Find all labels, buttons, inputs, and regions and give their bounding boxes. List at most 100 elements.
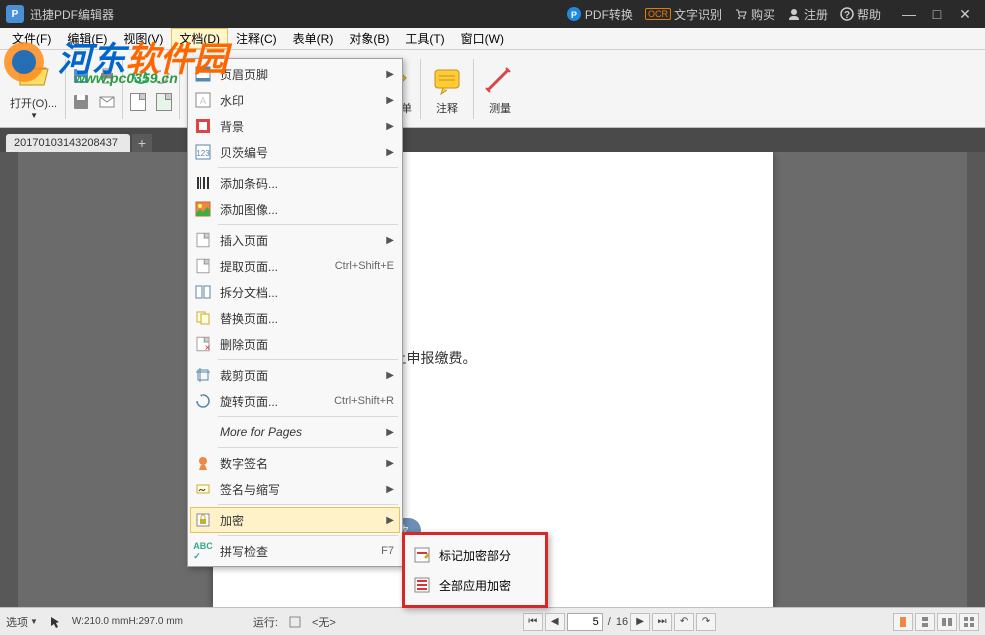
menu-object[interactable]: 对象(B) <box>341 28 397 49</box>
menu-comment[interactable]: 注释(C) <box>228 28 285 49</box>
menu-form[interactable]: 表单(R) <box>285 28 342 49</box>
menu-replace-page[interactable]: 替换页面... <box>190 305 400 331</box>
measure-icon <box>482 62 518 98</box>
user-icon <box>787 7 801 21</box>
run-label: 运行: <box>253 614 278 630</box>
pdf-convert-button[interactable]: P PDF转换 <box>566 6 633 23</box>
view-continuous-button[interactable] <box>915 613 935 631</box>
view-single-button[interactable] <box>893 613 913 631</box>
menu-background[interactable]: 背景▶ <box>190 113 400 139</box>
menu-file[interactable]: 文件(F) <box>4 28 59 49</box>
nav-fwd-button[interactable]: ↷ <box>696 613 716 631</box>
chevron-right-icon: ▶ <box>386 458 394 469</box>
view-facing-cont-button[interactable] <box>959 613 979 631</box>
menu-delete-page[interactable]: ✕删除页面 <box>190 331 400 357</box>
cart-icon <box>734 7 748 21</box>
left-ruler <box>0 152 18 607</box>
menu-sign-initial[interactable]: 签名与缩写▶ <box>190 476 400 502</box>
chevron-right-icon: ▶ <box>386 69 394 80</box>
save-as-button[interactable] <box>68 90 94 114</box>
help-button[interactable]: ? 帮助 <box>840 6 881 23</box>
pdf-icon: P <box>566 6 582 22</box>
last-page-button[interactable]: ⏭ <box>652 613 672 631</box>
document-tab[interactable]: 20170103143208437 <box>6 134 130 152</box>
sign-initial-icon <box>192 479 214 499</box>
menu-rotate-page[interactable]: 旋转页面...Ctrl+Shift+R <box>190 388 400 414</box>
menu-bates[interactable]: 123贝茨编号▶ <box>190 139 400 165</box>
split-icon <box>192 282 214 302</box>
open-button[interactable]: 打开(O)...▼ <box>4 55 63 122</box>
page-alt-button[interactable] <box>151 90 177 114</box>
menu-mark-encrypt[interactable]: 标记加密部分 <box>409 541 541 569</box>
document-menu-dropdown: 页眉页脚▶ A水印▶ 背景▶ 123贝茨编号▶ 添加条码... 添加图像... … <box>187 58 403 567</box>
next-page-button[interactable]: ▶ <box>630 613 650 631</box>
extract-page-icon <box>192 256 214 276</box>
run-icon-button[interactable] <box>288 615 302 629</box>
tabbar: 20170103143208437 + <box>0 128 985 152</box>
page-total: 16 <box>616 616 628 628</box>
view-facing-button[interactable] <box>937 613 957 631</box>
annotate-button[interactable]: 注释 <box>423 60 471 118</box>
rotate-icon <box>192 391 214 411</box>
floppy-alt-icon <box>72 93 90 111</box>
chevron-down-icon: ▼ <box>30 111 38 120</box>
chevron-right-icon: ▶ <box>386 121 394 132</box>
menu-view[interactable]: 视图(V) <box>115 28 171 49</box>
prev-page-button[interactable]: ◀ <box>545 613 565 631</box>
menu-insert-page[interactable]: 插入页面▶ <box>190 227 400 253</box>
header-footer-icon <box>192 64 214 84</box>
page-number-input[interactable] <box>567 613 603 631</box>
maximize-button[interactable]: □ <box>923 4 951 24</box>
register-button[interactable]: 注册 <box>787 6 828 23</box>
menu-more-pages[interactable]: More for Pages▶ <box>190 419 400 445</box>
menu-edit[interactable]: 编辑(E) <box>59 28 115 49</box>
menu-spellcheck[interactable]: ABC✓拼写检查F7 <box>190 538 400 564</box>
page-icon <box>130 93 146 111</box>
menu-extract-page[interactable]: 提取页面...Ctrl+Shift+E <box>190 253 400 279</box>
statusbar: 选项▼ W: 210.0 mm H: 297.0 mm 运行: <无> ⏮ ◀ … <box>0 607 985 635</box>
svg-text:?: ? <box>844 10 850 21</box>
menu-split[interactable]: 拆分文档... <box>190 279 400 305</box>
crop-icon <box>192 365 214 385</box>
new-page-button[interactable] <box>125 90 151 114</box>
annotate-icon <box>429 62 465 98</box>
measure-button[interactable]: 测量 <box>476 60 524 118</box>
first-page-button[interactable]: ⏮ <box>523 613 543 631</box>
encrypt-icon <box>192 510 214 530</box>
cursor-tool[interactable] <box>48 615 62 629</box>
menu-signature[interactable]: 数字签名▶ <box>190 450 400 476</box>
insert-page-icon <box>192 230 214 250</box>
menu-crop-page[interactable]: 裁剪页面▶ <box>190 362 400 388</box>
menu-watermark[interactable]: A水印▶ <box>190 87 400 113</box>
mark-encrypt-icon <box>411 545 433 565</box>
menu-tools[interactable]: 工具(T) <box>397 28 452 49</box>
chevron-right-icon: ▶ <box>386 484 394 495</box>
buy-button[interactable]: 购买 <box>734 6 775 23</box>
page-navigation: ⏮ ◀ /16 ▶ ⏭ ↶ ↷ <box>523 613 716 631</box>
menu-barcode[interactable]: 添加条码... <box>190 170 400 196</box>
add-tab-button[interactable]: + <box>132 134 152 152</box>
page-size: W: 210.0 mm H: 297.0 mm <box>72 616 183 627</box>
minimize-button[interactable]: — <box>895 4 923 24</box>
site-watermark-url: www.pc0359.cn <box>74 70 178 86</box>
watermark-icon: A <box>192 90 214 110</box>
spellcheck-icon: ABC✓ <box>192 541 214 561</box>
ocr-button[interactable]: OCR 文字识别 <box>645 6 722 23</box>
image-icon <box>192 199 214 219</box>
email-button[interactable] <box>94 90 120 114</box>
menu-encrypt[interactable]: 加密▶ <box>190 507 400 533</box>
replace-page-icon <box>192 308 214 328</box>
menu-image[interactable]: 添加图像... <box>190 196 400 222</box>
delete-page-icon: ✕ <box>192 334 214 354</box>
app-icon: P <box>6 5 24 23</box>
close-button[interactable]: ✕ <box>951 4 979 24</box>
menu-document[interactable]: 文档(D) <box>171 28 228 49</box>
options-button[interactable]: 选项▼ <box>6 614 38 630</box>
menu-apply-encrypt[interactable]: 全部应用加密 <box>409 571 541 599</box>
menu-header-footer[interactable]: 页眉页脚▶ <box>190 61 400 87</box>
signature-icon <box>192 453 214 473</box>
nav-back-button[interactable]: ↶ <box>674 613 694 631</box>
apply-encrypt-icon <box>411 575 433 595</box>
svg-text:123: 123 <box>196 149 210 158</box>
menu-window[interactable]: 窗口(W) <box>453 28 512 49</box>
